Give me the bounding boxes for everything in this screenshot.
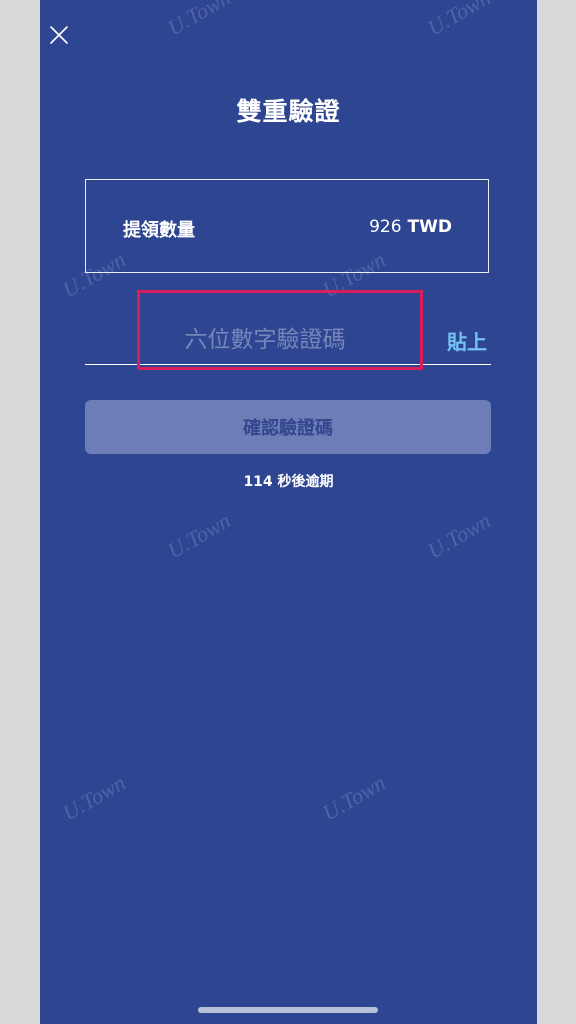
amount-currency: TWD [407,217,452,237]
expiry-countdown: 114 秒後逾期 [243,474,334,490]
input-underline [85,364,491,365]
paste-button[interactable]: 貼上 [447,326,487,355]
watermark: U.Town [163,507,235,564]
watermark: U.Town [423,0,495,41]
watermark: U.Town [318,769,390,826]
page-title: 雙重驗證 [236,97,341,126]
close-button[interactable] [48,24,70,46]
withdrawal-amount-card: 提領數量 926 TWD [85,179,489,273]
withdrawal-amount-label: 提領數量 [123,220,195,241]
verification-code-row: 貼上 [85,300,491,366]
confirm-code-button[interactable]: 確認驗證碼 [85,400,491,454]
amount-number: 926 [369,217,402,237]
home-indicator[interactable] [198,1007,378,1013]
close-icon [50,26,68,44]
screen: U.Town U.Town U.Town U.Town U.Town U.Tow… [40,0,537,1024]
withdrawal-amount-value: 926 TWD [369,217,452,237]
watermark: U.Town [423,507,495,564]
verification-code-input[interactable] [85,316,445,364]
watermark: U.Town [58,769,130,826]
watermark: U.Town [163,0,235,41]
